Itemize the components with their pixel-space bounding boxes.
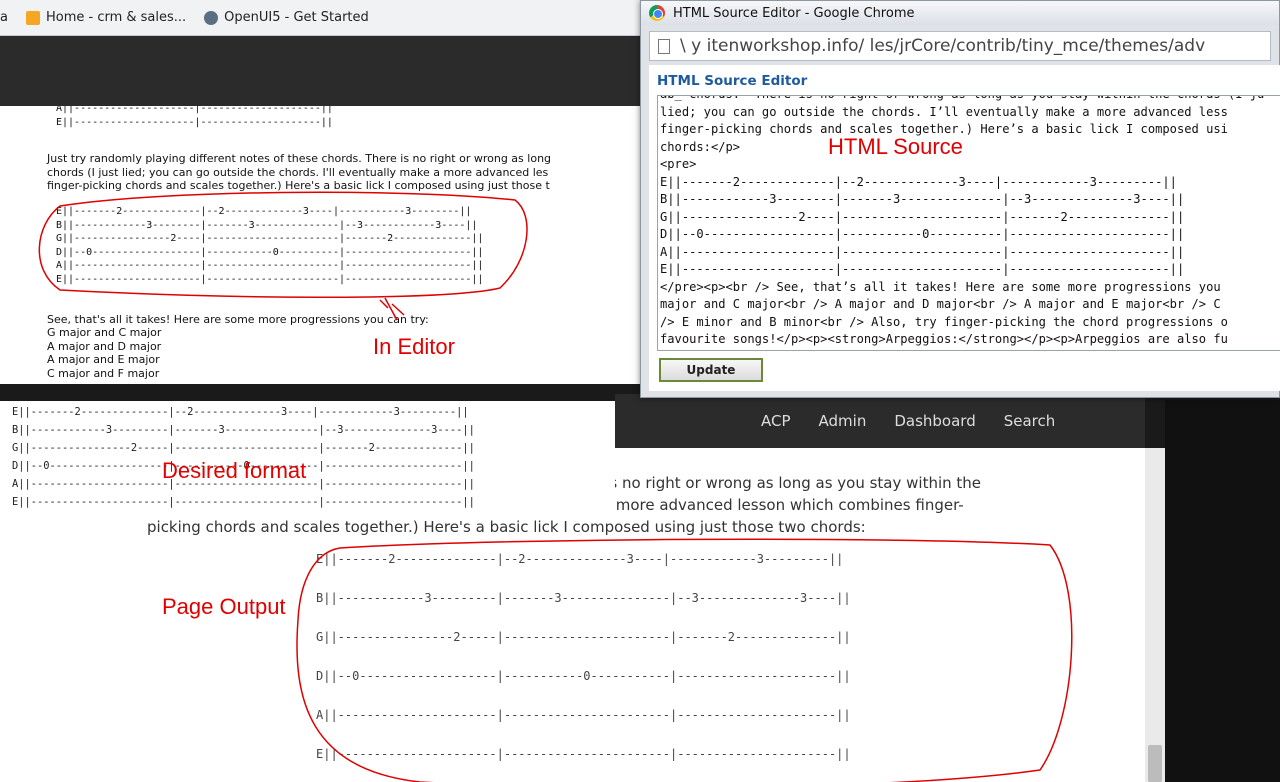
arrow-in-editor <box>379 297 405 321</box>
annotation-in-editor: In Editor <box>373 334 455 359</box>
page-output-circle <box>296 538 1073 782</box>
annotation-layer <box>38 191 1073 782</box>
annotation-desired-format: Desired format <box>162 458 307 483</box>
editor-circle <box>38 191 528 299</box>
annotation-html-source: HTML Source <box>828 134 963 159</box>
annotation-page-output: Page Output <box>162 594 286 619</box>
